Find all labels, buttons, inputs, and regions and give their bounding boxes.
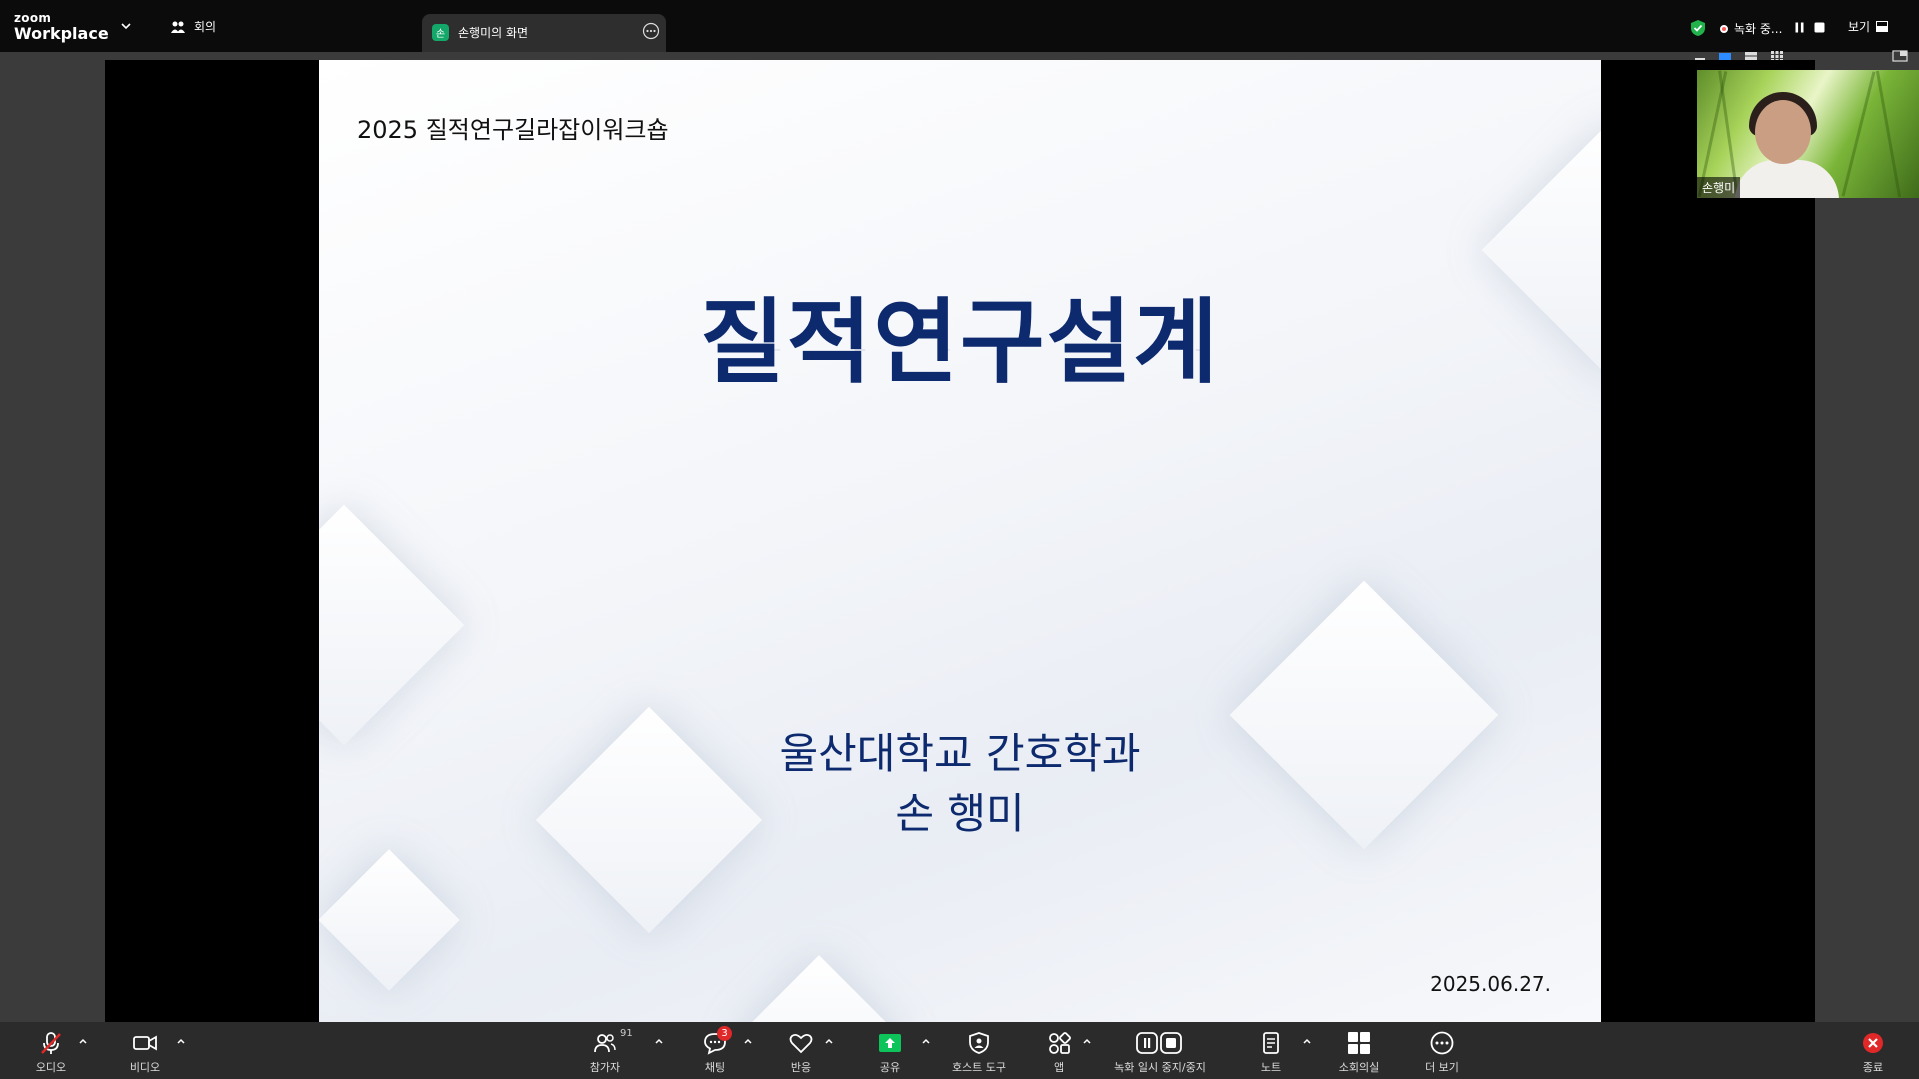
participants-icon-wrap: 91 xyxy=(592,1028,633,1056)
share-options-chevron-icon[interactable] xyxy=(921,1036,931,1046)
host-shield-icon xyxy=(969,1032,989,1054)
host-tools-label: 호스트 도구 xyxy=(951,1061,1007,1074)
participant-video xyxy=(1755,100,1811,164)
apps-label: 앱 xyxy=(1053,1061,1065,1074)
recording-text: 녹화 중... xyxy=(1734,22,1783,36)
more-options-icon[interactable] xyxy=(642,22,660,40)
logo-zoom-text: zoom xyxy=(14,11,52,25)
pause-stop-recording-icon xyxy=(1136,1032,1182,1054)
view-grid-icon xyxy=(1876,21,1889,32)
slide-affiliation: 울산대학교 간호학과 xyxy=(779,729,1141,778)
tab-meeting[interactable]: 회의 xyxy=(170,18,216,35)
recording-control-label: 녹화 일시 중지/중지 xyxy=(1114,1061,1206,1074)
chat-options-chevron-icon[interactable] xyxy=(743,1036,753,1046)
video-options-chevron-icon[interactable] xyxy=(176,1036,186,1046)
slide-presenter-info: 울산대학교 간호학과 손 행미 xyxy=(319,724,1601,844)
end-meeting-label: 종료 xyxy=(1862,1061,1884,1074)
participants-label: 참가자 xyxy=(589,1061,621,1074)
view-button[interactable]: 보기 xyxy=(1848,18,1889,35)
chevron-down-icon[interactable] xyxy=(120,20,132,32)
participant-video xyxy=(1735,160,1839,198)
slide-decoration xyxy=(319,849,460,991)
more-button[interactable]: 더 보기 xyxy=(1397,1030,1487,1075)
slide-date: 2025.06.27. xyxy=(1430,972,1551,996)
more-dots-icon xyxy=(1430,1031,1454,1055)
share-screen-icon xyxy=(879,1034,901,1052)
apps-icon xyxy=(1049,1032,1071,1054)
recording-dot-icon xyxy=(1720,24,1728,33)
audio-label: 오디오 xyxy=(35,1061,67,1074)
tab-screen-share[interactable]: 손 손행미의 화면 xyxy=(422,14,666,52)
presentation-slide: 2025 질적연구길라잡이워크숍 질적연구설계 질적연구설계 울산대학교 간호학… xyxy=(319,60,1601,1022)
video-label: 비디오 xyxy=(129,1061,161,1074)
apps-options-chevron-icon[interactable] xyxy=(1082,1036,1092,1046)
self-view-name: 손행미 xyxy=(1697,177,1741,198)
view-label: 보기 xyxy=(1848,20,1871,34)
reactions-options-chevron-icon[interactable] xyxy=(824,1036,834,1046)
pause-recording-icon[interactable] xyxy=(1794,22,1805,33)
participants-icon xyxy=(171,21,185,33)
slide-decoration xyxy=(319,504,465,746)
chat-icon-wrap: 3 xyxy=(702,1026,732,1056)
reactions-label: 반응 xyxy=(790,1061,812,1074)
security-shield-icon[interactable] xyxy=(1690,19,1706,37)
audio-options-chevron-icon[interactable] xyxy=(78,1036,88,1046)
zoom-logo[interactable]: zoom Workplace xyxy=(14,12,109,42)
share-label: 공유 xyxy=(879,1061,901,1074)
breakout-rooms-button[interactable]: 소회의실 xyxy=(1314,1030,1404,1075)
microphone-muted-icon xyxy=(41,1032,61,1054)
notes-label: 노트 xyxy=(1260,1061,1282,1074)
slide-main-title: 질적연구설계 xyxy=(700,289,1220,396)
logo-workplace-text: Workplace xyxy=(14,24,109,43)
notes-icon xyxy=(1263,1032,1279,1054)
sharer-avatar: 손 xyxy=(432,24,449,41)
host-tools-button[interactable]: 호스트 도구 xyxy=(934,1030,1024,1075)
video-background xyxy=(1841,71,1876,197)
chat-label: 채팅 xyxy=(704,1061,726,1074)
breakout-rooms-label: 소회의실 xyxy=(1338,1061,1380,1074)
slide-decoration xyxy=(734,955,904,1022)
tab-screen-share-label: 손행미의 화면 xyxy=(458,26,529,40)
recording-control-button[interactable]: 녹화 일시 중지/중지 xyxy=(1100,1030,1220,1075)
heart-icon xyxy=(789,1033,813,1054)
self-video-tile[interactable]: 손행미 xyxy=(1697,70,1919,198)
end-call-icon xyxy=(1863,1033,1883,1053)
more-label: 더 보기 xyxy=(1425,1061,1459,1074)
recording-indicator[interactable]: 녹화 중... xyxy=(1720,20,1782,37)
meeting-toolbar: 오디오 비디오 91 참가자 3 채팅 반응 공유 호스트 도구 앱 녹화 일시… xyxy=(0,1022,1919,1079)
participants-count: 91 xyxy=(620,1028,633,1039)
slide-workshop-title: 2025 질적연구길라잡이워크숍 xyxy=(357,116,669,144)
participants-options-chevron-icon[interactable] xyxy=(654,1036,664,1046)
top-bar: zoom Workplace 회의 손 손행미의 화면 녹화 중... 보기 xyxy=(0,0,1919,52)
participants-icon xyxy=(594,1034,616,1053)
chat-unread-badge: 3 xyxy=(717,1026,732,1041)
end-meeting-button[interactable]: 종료 xyxy=(1828,1030,1918,1075)
video-background xyxy=(1875,70,1902,198)
pop-out-icon[interactable] xyxy=(1892,50,1908,62)
slide-presenter-name: 손 행미 xyxy=(895,789,1025,838)
tab-meeting-label: 회의 xyxy=(194,20,217,34)
participants-button[interactable]: 91 참가자 xyxy=(560,1028,650,1075)
breakout-rooms-icon xyxy=(1348,1032,1370,1054)
notes-options-chevron-icon[interactable] xyxy=(1302,1036,1312,1046)
slide-title-reflection: 질적연구설계 xyxy=(319,350,1601,361)
stop-recording-icon[interactable] xyxy=(1814,22,1825,33)
video-camera-icon xyxy=(133,1035,157,1051)
